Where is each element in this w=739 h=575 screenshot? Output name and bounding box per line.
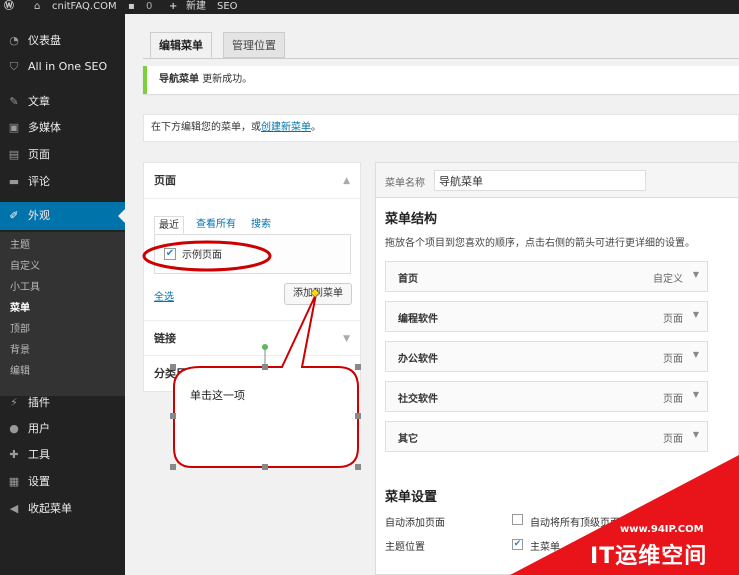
tail-handle (310, 288, 320, 298)
callout-annotation (142, 240, 739, 575)
watermark-url: www.94IP.COM (620, 524, 704, 535)
rotate-handle (262, 344, 268, 350)
speech-bubble (173, 293, 359, 468)
highlight-ellipse (142, 240, 272, 272)
watermark-text: IT运维空间 (590, 544, 708, 569)
callout-text: 单击这一项 (190, 389, 245, 402)
